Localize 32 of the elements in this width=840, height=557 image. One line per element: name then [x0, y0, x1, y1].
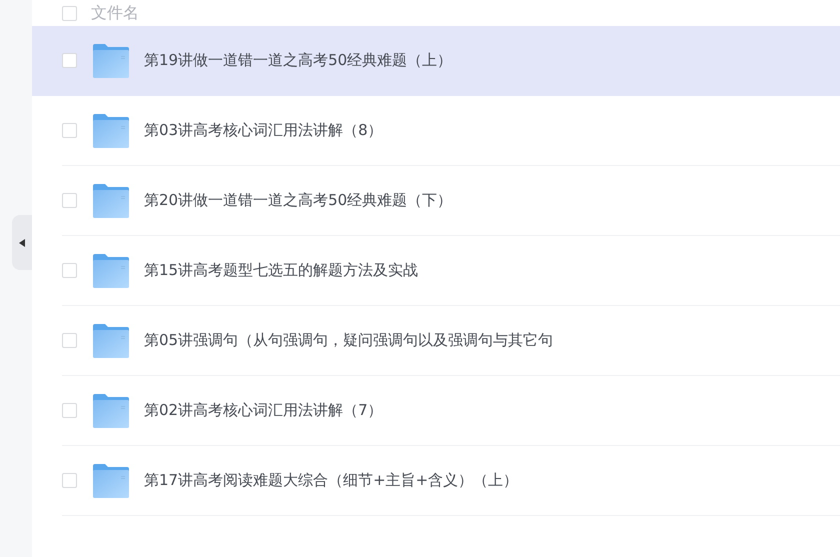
checkbox[interactable]	[62, 6, 77, 20]
folder-icon	[93, 394, 129, 428]
left-arrow-icon	[19, 238, 25, 246]
folder-name: 第02讲高考核心词汇用法讲解（7）	[144, 401, 383, 420]
folder-icon	[93, 114, 129, 148]
folder-icon	[93, 184, 129, 218]
column-header: 文件名	[91, 3, 139, 23]
folder-name: 第20讲做一道错一道之高考50经典难题（下）	[144, 191, 452, 210]
file-row[interactable]: 第02讲高考核心词汇用法讲解（7）	[32, 376, 840, 446]
file-row[interactable]: 第19讲做一道错一道之高考50经典难题（上）	[32, 26, 840, 96]
file-row[interactable]: 第20讲做一道错一道之高考50经典难题（下）	[32, 166, 840, 236]
file-row[interactable]: 第03讲高考核心词汇用法讲解（8）	[32, 96, 840, 166]
folder-icon	[93, 44, 129, 78]
collapse-handle[interactable]	[12, 215, 32, 270]
checkbox[interactable]	[62, 193, 77, 208]
folder-name: 第03讲高考核心词汇用法讲解（8）	[144, 121, 383, 140]
folder-name: 第05讲强调句（从句强调句，疑问强调句以及强调句与其它句	[144, 331, 554, 350]
checkbox[interactable]	[62, 53, 77, 68]
folder-icon	[93, 324, 129, 358]
folder-name: 第17讲高考阅读难题大综合（细节+主旨+含义）（上）	[144, 471, 518, 490]
checkbox[interactable]	[62, 123, 77, 138]
file-row[interactable]: 第05讲强调句（从句强调句，疑问强调句以及强调句与其它句	[32, 306, 840, 376]
checkbox[interactable]	[62, 473, 77, 488]
folder-name: 第19讲做一道错一道之高考50经典难题（上）	[144, 51, 452, 70]
checkbox[interactable]	[62, 403, 77, 418]
file-row[interactable]: 第15讲高考题型七选五的解题方法及实战	[32, 236, 840, 306]
folder-name: 第15讲高考题型七选五的解题方法及实战	[144, 261, 418, 280]
checkbox[interactable]	[62, 263, 77, 278]
folder-icon	[93, 464, 129, 498]
checkbox[interactable]	[62, 333, 77, 348]
file-row[interactable]: 第17讲高考阅读难题大综合（细节+主旨+含义）（上）	[32, 446, 840, 516]
folder-icon	[93, 254, 129, 288]
